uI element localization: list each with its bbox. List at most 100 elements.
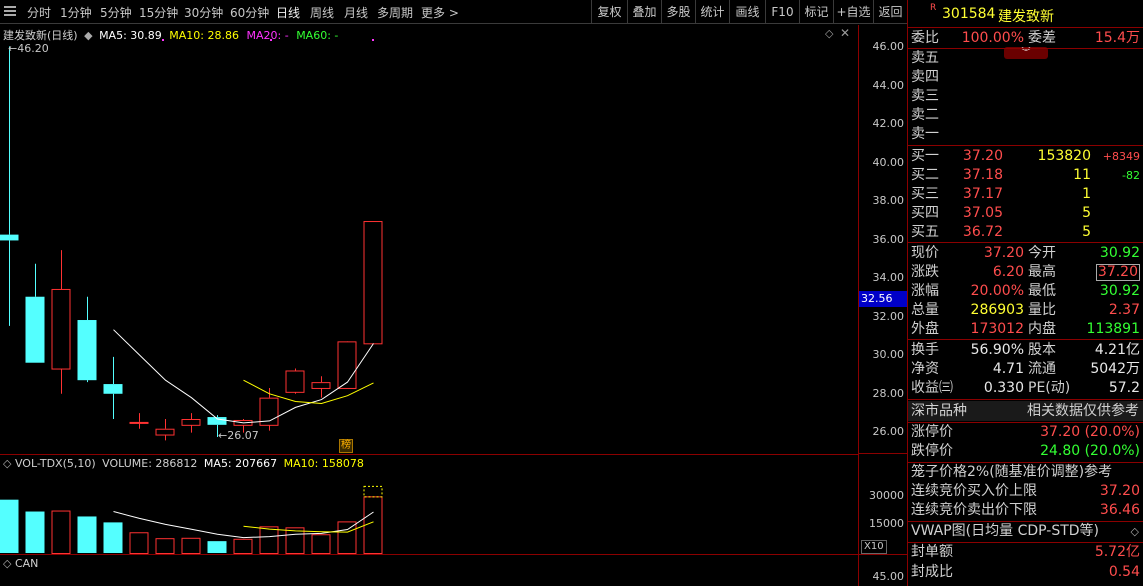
candle-body [129,421,149,424]
volume-bar [233,538,253,555]
volume-bar [25,511,45,553]
buy-price: 37.17 [962,186,1003,202]
stat-label-2: 今开 [1028,245,1056,261]
cage-row: 笼子价格2%(随基准价调整)参考 [908,463,1143,482]
vol-unit-badge: X10 [861,540,887,554]
market-label: 深市品种 [911,403,967,419]
sell-label: 卖一 [911,126,939,142]
sell-label: 卖五 [911,50,939,66]
limit-up-value: 37.20 (20.0%) [1040,424,1140,440]
volume-bar [337,521,357,555]
buy-volume: 5 [1082,205,1091,221]
volume-bar [181,537,201,554]
seal-amount-value: 5.72亿 [1094,544,1140,560]
stat-label-2: 最高 [1028,264,1056,280]
buy-label: 买三 [911,186,939,202]
stat-label: 涨跌 [911,264,939,280]
can-title: CAN [14,557,39,570]
vol-collapse-icon[interactable]: ◇ [3,457,11,470]
buy-row-5: 买五 36.72 5 [908,223,1143,242]
r-flag-icon: R [930,3,937,13]
buy-label: 买一 [911,148,939,164]
fund-label-2: 流通 [1028,361,1056,377]
seal-amount-row: 封单额 5.72亿 [908,543,1143,562]
volume-bar [0,499,19,553]
buy-label: 买二 [911,167,939,183]
ranking-tag[interactable]: 榜 [339,439,353,453]
price-tick: 40.00 [872,156,905,169]
stat-value: 173012 [970,321,1024,337]
market-bar: 深市品种 相关数据仅供参考 [908,401,1143,421]
price-tick: 42.00 [872,117,905,130]
sell-label: 卖二 [911,107,939,123]
sell-row-2: 卖二 [908,106,1143,125]
buy-row-2: 买二 37.18 11 -82 [908,166,1143,185]
settings-diamond-icon[interactable]: ◆ [84,29,92,42]
stat-row-2: 涨跌 6.20 最高 37.20 [908,263,1143,282]
vol-ma5-line [113,511,374,539]
vwap-label[interactable]: VWAP图(日均量 CDP-STD等) [911,522,1099,541]
buy-label: 买四 [911,205,939,221]
fund-value: 4.71 [992,361,1024,377]
buy-change: -82 [1122,169,1140,182]
pane-close-icon[interactable]: ✕ [840,26,850,40]
buy-price: 37.18 [962,167,1003,183]
pane-diamond-icon[interactable]: ◇ [825,27,833,40]
stat-value: 37.20 [983,245,1024,261]
high-price-marker: ←46.20 [8,42,49,55]
candle-body [25,296,45,363]
stat-value: 20.00% [970,283,1024,299]
fund-label: 换手 [911,342,939,358]
buy-row-1: 买一 37.20 153820 +8349 [908,147,1143,166]
price-tick: 46.00 [872,40,905,53]
fund-value: 0.330 [983,380,1024,396]
stat-row-5: 外盘 173012 内盘 113891 [908,320,1143,339]
bid-upper-label: 连续竞价买入价上限 [911,483,1037,499]
chart-title: 建发致新(日线) [3,29,78,42]
volume-legend: ◇ VOL-TDX(5,10) VOLUME: 286812 MA5: 2076… [3,457,364,470]
stat-label: 总量 [911,302,939,318]
kline-chart[interactable] [0,0,907,586]
weicha-label: 委差 [1028,30,1056,46]
seal-ratio-value: 0.54 [1108,564,1140,580]
limit-up-row: 涨停价 37.20 (20.0%) [908,423,1143,442]
weicha-value: 15.4万 [1094,30,1140,46]
price-tick: 38.00 [872,194,905,207]
sell-label: 卖四 [911,69,939,85]
stat-value-2: 113891 [1086,321,1140,337]
stat-value-2: 2.37 [1108,302,1140,318]
fund-label-2: PE(动) [1028,380,1071,396]
volume-bar [311,534,331,554]
fund-value: 56.90% [970,342,1024,358]
price-tick: 36.00 [872,233,905,246]
vwap-arrow-icon[interactable]: ◇ [1131,522,1139,541]
volume-bar [155,538,175,554]
volume-bar [51,510,71,555]
volume-bar [285,527,305,555]
stat-label: 涨幅 [911,283,939,299]
candle-body [285,370,305,393]
price-tick: 34.00 [872,271,905,284]
weibi-label: 委比 [911,30,939,46]
ask-lower-label: 连续竞价卖出价下限 [911,502,1037,518]
limit-down-value: 24.80 (20.0%) [1040,443,1140,459]
fund-label-2: 股本 [1028,342,1056,358]
vwap-row[interactable]: VWAP图(日均量 CDP-STD等) ◇ [908,522,1143,541]
fund-value-2: 57.2 [1108,380,1140,396]
high-price-value: 46.20 [17,42,49,55]
fund-row-1: 换手 56.90% 股本 4.21亿 [908,341,1143,360]
seal-ratio-label: 封成比 [911,564,953,580]
ask-lower-value: 36.46 [1099,502,1140,518]
candle-body [363,221,383,345]
candle-body [311,382,331,389]
can-collapse-icon[interactable]: ◇ [3,557,11,570]
ma20-marker [372,39,374,41]
seal-amount-label: 封单额 [911,544,953,560]
market-note: 相关数据仅供参考 [1027,403,1139,419]
vol-tick: 30000 [869,489,904,502]
fund-row-3: 收益㈢ 0.330 PE(动) 57.2 [908,379,1143,398]
fund-value-2: 5042万 [1090,361,1140,377]
price-legend: 建发致新(日线) ◆ MA5: 30.89 MA10: 28.86 MA20: … [3,27,338,43]
fund-label: 净资 [911,361,939,377]
stat-label-2: 量比 [1028,302,1056,318]
